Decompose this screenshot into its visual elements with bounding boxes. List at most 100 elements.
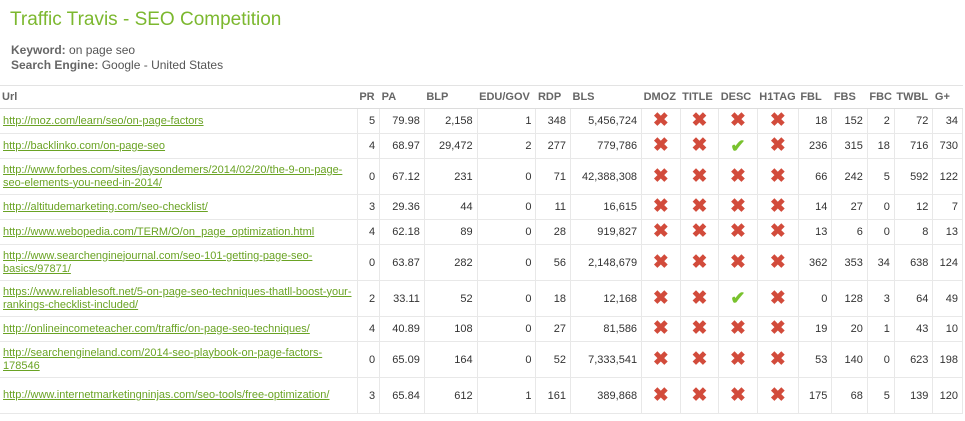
table-row: http://www.webopedia.com/TERM/O/on_page_… <box>0 219 963 245</box>
col-header[interactable]: FBC <box>867 85 895 109</box>
col-header[interactable]: DMOZ <box>641 85 681 109</box>
bls-cell: 5,456,724 <box>570 108 643 134</box>
cross-icon: ✖ <box>652 251 669 273</box>
twbl-cell: 638 <box>894 244 934 281</box>
cross-icon: ✖ <box>691 110 708 131</box>
fbs-cell: 140 <box>831 341 868 378</box>
pa-cell: 79.98 <box>379 108 425 134</box>
gplus-cell: 49 <box>932 280 963 317</box>
col-header[interactable]: G+ <box>932 85 963 109</box>
url-link[interactable]: http://moz.com/learn/seo/on-page-factors <box>3 115 204 127</box>
url-link[interactable]: http://searchengineland.com/2014-seo-pla… <box>3 347 322 372</box>
bls-cell: 81,586 <box>570 316 643 342</box>
title-cell: ✖ <box>680 108 720 134</box>
edu-cell: 0 <box>477 316 537 342</box>
bls-cell: 389,868 <box>570 377 643 414</box>
fbs-cell: 152 <box>831 108 868 134</box>
table-row: http://www.forbes.com/sites/jaysondemers… <box>0 158 963 195</box>
rdp-cell: 52 <box>535 341 571 378</box>
rdp-cell: 11 <box>535 194 571 220</box>
desc-cell: ✖ <box>718 219 758 245</box>
gplus-cell: 10 <box>932 316 963 342</box>
gplus-cell: 124 <box>932 244 963 281</box>
bls-cell: 779,786 <box>570 133 643 159</box>
cross-icon: ✖ <box>691 196 708 217</box>
col-header[interactable]: PR <box>357 85 380 109</box>
edu-cell: 0 <box>477 280 537 317</box>
blp-cell: 282 <box>424 244 478 281</box>
url-link[interactable]: https://www.reliablesoft.net/5-on-page-s… <box>3 286 352 311</box>
gplus-cell: 122 <box>932 158 963 195</box>
cross-icon: ✖ <box>730 110 746 131</box>
cross-icon: ✖ <box>691 251 708 273</box>
col-header[interactable]: TITLE <box>680 85 719 109</box>
twbl-cell: 64 <box>894 280 934 317</box>
desc-cell: ✖ <box>718 244 758 281</box>
pa-cell: 67.12 <box>379 158 425 195</box>
table-body: http://moz.com/learn/seo/on-page-factors… <box>0 108 963 414</box>
dmoz-cell: ✖ <box>641 194 681 220</box>
rdp-cell: 277 <box>535 133 571 159</box>
desc-cell: ✖ <box>718 194 758 220</box>
url-cell: http://moz.com/learn/seo/on-page-factors <box>0 108 358 134</box>
fbs-cell: 6 <box>831 219 868 245</box>
dmoz-cell: ✖ <box>641 108 681 134</box>
cross-icon: ✖ <box>769 287 786 309</box>
fbc-cell: 0 <box>867 219 895 245</box>
pr-cell: 4 <box>357 133 381 159</box>
url-cell: http://www.webopedia.com/TERM/O/on_page_… <box>0 219 358 245</box>
col-header[interactable]: PA <box>379 85 425 109</box>
col-header[interactable]: H1TAG <box>757 85 799 109</box>
search-engine-line: Search Engine: Google - United States <box>11 58 963 73</box>
page-title: Traffic Travis - SEO Competition <box>10 9 282 30</box>
url-link[interactable]: http://www.internetmarketingninjas.com/s… <box>3 389 329 401</box>
col-header[interactable]: BLS <box>570 85 642 109</box>
url-link[interactable]: http://www.webopedia.com/TERM/O/on_page_… <box>3 226 314 238</box>
col-header[interactable]: EDU/GOV <box>477 85 536 109</box>
fbl-cell: 362 <box>798 244 833 281</box>
table-row: http://www.searchenginejournal.com/seo-1… <box>0 244 963 281</box>
twbl-cell: 43 <box>894 316 934 342</box>
rdp-cell: 27 <box>535 316 571 342</box>
col-header[interactable]: FBL <box>798 85 832 109</box>
cross-icon: ✖ <box>769 318 786 339</box>
bls-cell: 12,168 <box>570 280 643 317</box>
blp-cell: 44 <box>424 194 478 220</box>
check-icon: ✔ <box>730 288 746 308</box>
fbc-cell: 2 <box>867 108 895 134</box>
col-header[interactable]: TWBL <box>894 85 933 109</box>
pa-cell: 40.89 <box>379 316 425 342</box>
cross-icon: ✖ <box>652 110 669 131</box>
h1tag-cell: ✖ <box>757 316 799 342</box>
col-header[interactable]: DESC <box>718 85 758 109</box>
title-cell: ✖ <box>680 244 720 281</box>
cross-icon: ✖ <box>730 221 746 242</box>
title-cell: ✖ <box>680 341 720 378</box>
col-header[interactable]: RDP <box>535 85 571 109</box>
cross-icon: ✖ <box>730 251 746 273</box>
title-cell: ✖ <box>680 377 720 414</box>
fbc-cell: 5 <box>867 377 895 414</box>
url-cell: http://www.internetmarketingninjas.com/s… <box>0 377 358 414</box>
fbs-cell: 128 <box>831 280 868 317</box>
url-link[interactable]: http://www.forbes.com/sites/jaysondemers… <box>3 164 342 189</box>
url-link[interactable]: http://onlineincometeacher.com/traffic/o… <box>3 323 310 335</box>
pr-cell: 2 <box>357 280 381 317</box>
cross-icon: ✖ <box>769 221 786 242</box>
url-link[interactable]: http://www.searchenginejournal.com/seo-1… <box>3 250 312 275</box>
twbl-cell: 716 <box>894 133 934 159</box>
col-header[interactable]: BLP <box>424 85 478 109</box>
url-cell: http://www.forbes.com/sites/jaysondemers… <box>0 158 358 195</box>
title-cell: ✖ <box>680 133 720 159</box>
cross-icon: ✖ <box>691 348 708 370</box>
url-link[interactable]: http://backlinko.com/on-page-seo <box>3 140 165 152</box>
table-header-row: Url PR PA BLP EDU/GOV RDP BLS DMOZ TITLE… <box>0 85 963 109</box>
cross-icon: ✖ <box>769 165 786 187</box>
keyword-value: on page seo <box>69 43 136 57</box>
desc-cell: ✖ <box>718 377 758 414</box>
url-cell: http://searchengineland.com/2014-seo-pla… <box>0 341 358 378</box>
url-link[interactable]: http://altitudemarketing.com/seo-checkli… <box>3 201 208 213</box>
col-header[interactable]: Url <box>0 85 358 109</box>
fbl-cell: 14 <box>798 194 833 220</box>
col-header[interactable]: FBS <box>831 85 868 109</box>
